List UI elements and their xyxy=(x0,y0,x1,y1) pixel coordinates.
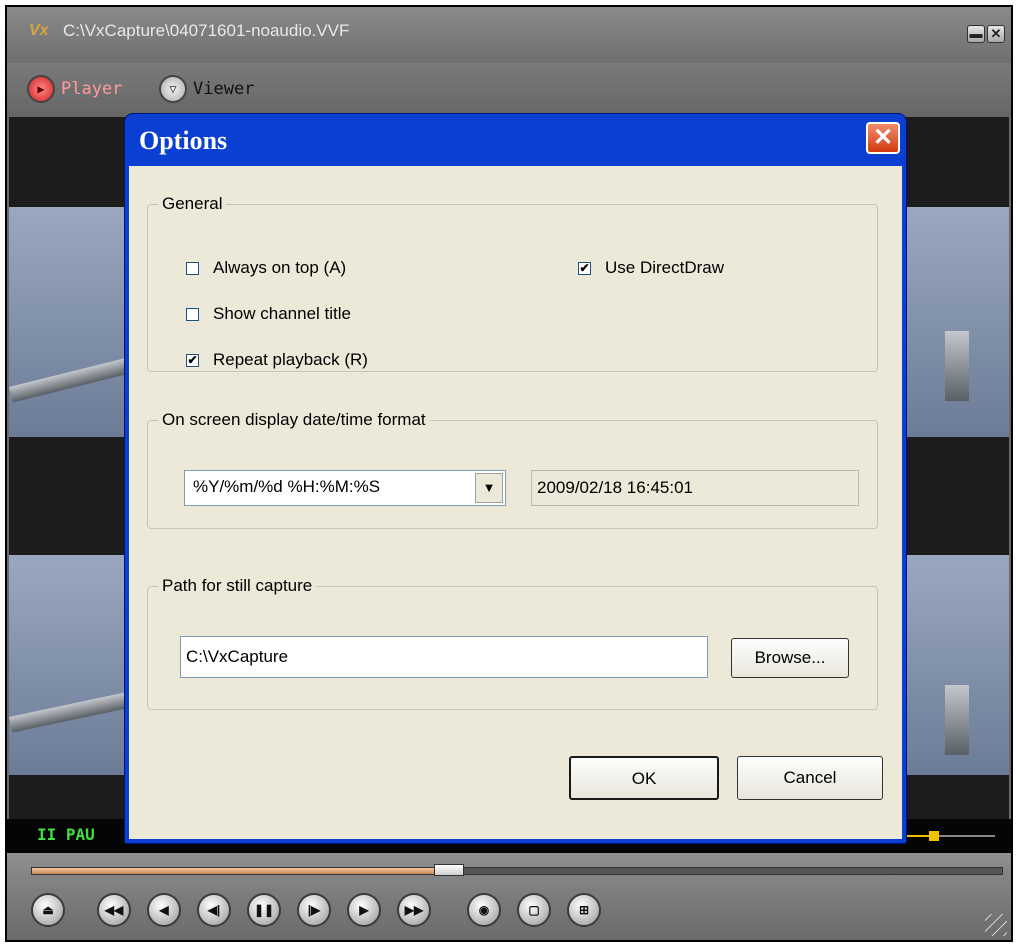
capture-path-input[interactable]: C:\VxCapture xyxy=(180,636,708,678)
general-group: General Always on top (A) Show channel t… xyxy=(147,194,878,372)
player-mode-button[interactable]: ▶ Player xyxy=(27,73,122,105)
video-structure-right-top xyxy=(945,331,969,401)
checkbox-box xyxy=(186,261,199,275)
step-back-icon[interactable]: ◀| xyxy=(197,893,231,927)
viewer-icon: ▽ xyxy=(159,75,187,103)
cancel-button[interactable]: Cancel xyxy=(737,756,883,800)
viewer-mode-button[interactable]: ▽ Viewer xyxy=(159,73,254,105)
datetime-format-value: %Y/%m/%d %H:%M:%S xyxy=(193,477,381,496)
always-on-top-checkbox[interactable]: Always on top (A) xyxy=(186,258,346,278)
minimize-button[interactable]: ▬ xyxy=(967,25,985,43)
next-frame-icon[interactable]: ▶ xyxy=(347,893,381,927)
show-channel-title-checkbox[interactable]: Show channel title xyxy=(186,304,351,324)
datetime-preview: 2009/02/18 16:45:01 xyxy=(531,470,859,506)
ok-button[interactable]: OK xyxy=(569,756,719,800)
repeat-playback-label: Repeat playback (R) xyxy=(213,350,368,369)
general-legend: General xyxy=(162,194,223,213)
checkbox-box: ✔ xyxy=(186,352,199,367)
open-icon[interactable]: ⏏ xyxy=(31,893,65,927)
seek-bar[interactable] xyxy=(31,864,1003,876)
viewer-mode-label: Viewer xyxy=(193,79,255,99)
play-icon: ▶ xyxy=(27,75,55,103)
still-capture-group: Path for still capture C:\VxCapture Brow… xyxy=(147,576,878,710)
chevron-down-icon[interactable]: ▼ xyxy=(475,473,503,503)
datetime-format-select[interactable]: %Y/%m/%d %H:%M:%S ▼ xyxy=(184,470,506,506)
skip-end-icon[interactable]: ▶▶ xyxy=(397,893,431,927)
volume-knob[interactable] xyxy=(929,831,939,841)
dialog-close-button[interactable]: ✕ xyxy=(866,122,900,154)
control-panel: ⏏ ◀◀ ◀ ◀| ❚❚ |▶ ▶ ▶▶ ◉ ▢ ⊞ xyxy=(7,853,1011,940)
app-logo: Vx xyxy=(29,22,49,39)
browse-button[interactable]: Browse... xyxy=(731,638,849,678)
quad-view-icon[interactable]: ⊞ xyxy=(567,893,601,927)
mode-bar: ▶ Player ▽ Viewer xyxy=(7,63,1011,117)
osd-format-legend: On screen display date/time format xyxy=(162,410,426,429)
checkbox-box xyxy=(186,307,199,321)
player-mode-label: Player xyxy=(61,79,123,99)
volume-fill xyxy=(905,835,931,837)
seek-progress xyxy=(32,868,450,874)
use-directdraw-checkbox[interactable]: ✔ Use DirectDraw xyxy=(578,258,724,278)
options-dialog: Options ✕ General Always on top (A) Show… xyxy=(125,114,906,843)
single-view-icon[interactable]: ▢ xyxy=(517,893,551,927)
checkbox-box: ✔ xyxy=(578,260,591,275)
window-title: C:\VxCapture\04071601-noaudio.VVF xyxy=(63,21,350,40)
use-directdraw-label: Use DirectDraw xyxy=(605,258,725,277)
prev-frame-icon[interactable]: ◀ xyxy=(147,893,181,927)
volume-slider[interactable] xyxy=(905,831,995,841)
snapshot-icon[interactable]: ◉ xyxy=(467,893,501,927)
always-on-top-label: Always on top (A) xyxy=(213,258,347,277)
show-channel-title-label: Show channel title xyxy=(213,304,351,323)
video-structure-right-bottom xyxy=(945,685,969,755)
window-close-button[interactable]: ✕ xyxy=(987,25,1005,43)
resize-grip[interactable] xyxy=(985,914,1007,936)
seek-thumb[interactable] xyxy=(434,864,465,876)
title-bar[interactable]: Vx C:\VxCapture\04071601-noaudio.VVF ▬ ✕ xyxy=(7,7,1011,63)
dialog-title: Options xyxy=(139,126,228,155)
dialog-body: General Always on top (A) Show channel t… xyxy=(129,166,902,839)
osd-format-group: On screen display date/time format %Y/%m… xyxy=(147,410,878,529)
playback-state: II PAU xyxy=(37,825,95,844)
repeat-playback-checkbox[interactable]: ✔ Repeat playback (R) xyxy=(186,350,368,370)
step-forward-icon[interactable]: |▶ xyxy=(297,893,331,927)
still-capture-legend: Path for still capture xyxy=(162,576,313,595)
skip-start-icon[interactable]: ◀◀ xyxy=(97,893,131,927)
pause-icon[interactable]: ❚❚ xyxy=(247,893,281,927)
